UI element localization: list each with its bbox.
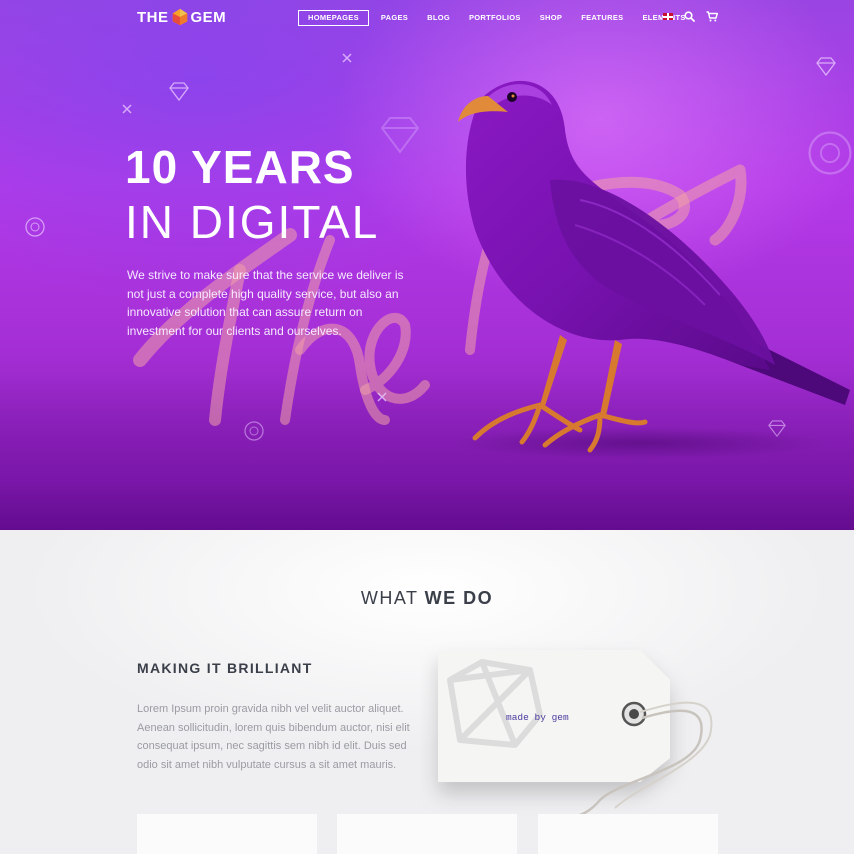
hero-section: THE GEM HOMEPAGES PAGES BLOG PORTFOLIOS … (0, 0, 854, 530)
hero-description: We strive to make sure that the service … (127, 268, 404, 338)
menu-item-homepages[interactable]: HOMEPAGES (298, 10, 369, 26)
heading-light: WHAT (360, 588, 419, 608)
menu-item-pages[interactable]: PAGES (381, 11, 408, 25)
subheading: MAKING IT BRILLIANT (137, 660, 313, 676)
uk-flag-icon[interactable] (663, 13, 673, 20)
gem-circle-icon (244, 421, 264, 441)
hero-title-line1: 10 YEARS (125, 141, 355, 193)
purple-crow-illustration (450, 80, 850, 459)
menu-item-features[interactable]: FEATURES (581, 11, 623, 25)
diamond-outline-icon (169, 82, 189, 102)
gem-logo-icon (172, 8, 187, 26)
service-card[interactable] (538, 814, 718, 854)
thegem-logo[interactable]: THE GEM (137, 7, 226, 27)
cross-icon (377, 392, 387, 402)
menu-item-shop[interactable]: SHOP (540, 11, 562, 25)
gem-circle-icon (25, 217, 45, 237)
menu-item-portfolios[interactable]: PORTFOLIOS (469, 11, 521, 25)
price-tag-illustration: made by gem (438, 650, 713, 820)
diamond-outline-icon (380, 117, 420, 154)
main-menu: HOMEPAGES PAGES BLOG PORTFOLIOS SHOP FEA… (298, 10, 705, 26)
tag-label: made by gem (506, 712, 569, 723)
search-icon[interactable] (684, 11, 695, 22)
section-body-text: Lorem Ipsum proin gravida nibh vel velit… (137, 703, 410, 771)
cross-icon (122, 104, 132, 114)
section-heading: WHAT WE DO (0, 588, 854, 609)
cart-icon[interactable] (706, 11, 718, 22)
service-card[interactable] (137, 814, 317, 854)
hero-title-line2: IN DIGITAL (125, 196, 380, 248)
top-navigation: THE GEM HOMEPAGES PAGES BLOG PORTFOLIOS … (0, 0, 854, 34)
cross-icon (342, 53, 352, 63)
menu-item-blog[interactable]: BLOG (427, 11, 450, 25)
service-card[interactable] (337, 814, 517, 854)
logo-text-right: GEM (190, 8, 227, 26)
nav-icons (663, 11, 718, 22)
heading-bold: WE DO (424, 588, 494, 608)
logo-text-left: THE (137, 8, 169, 26)
